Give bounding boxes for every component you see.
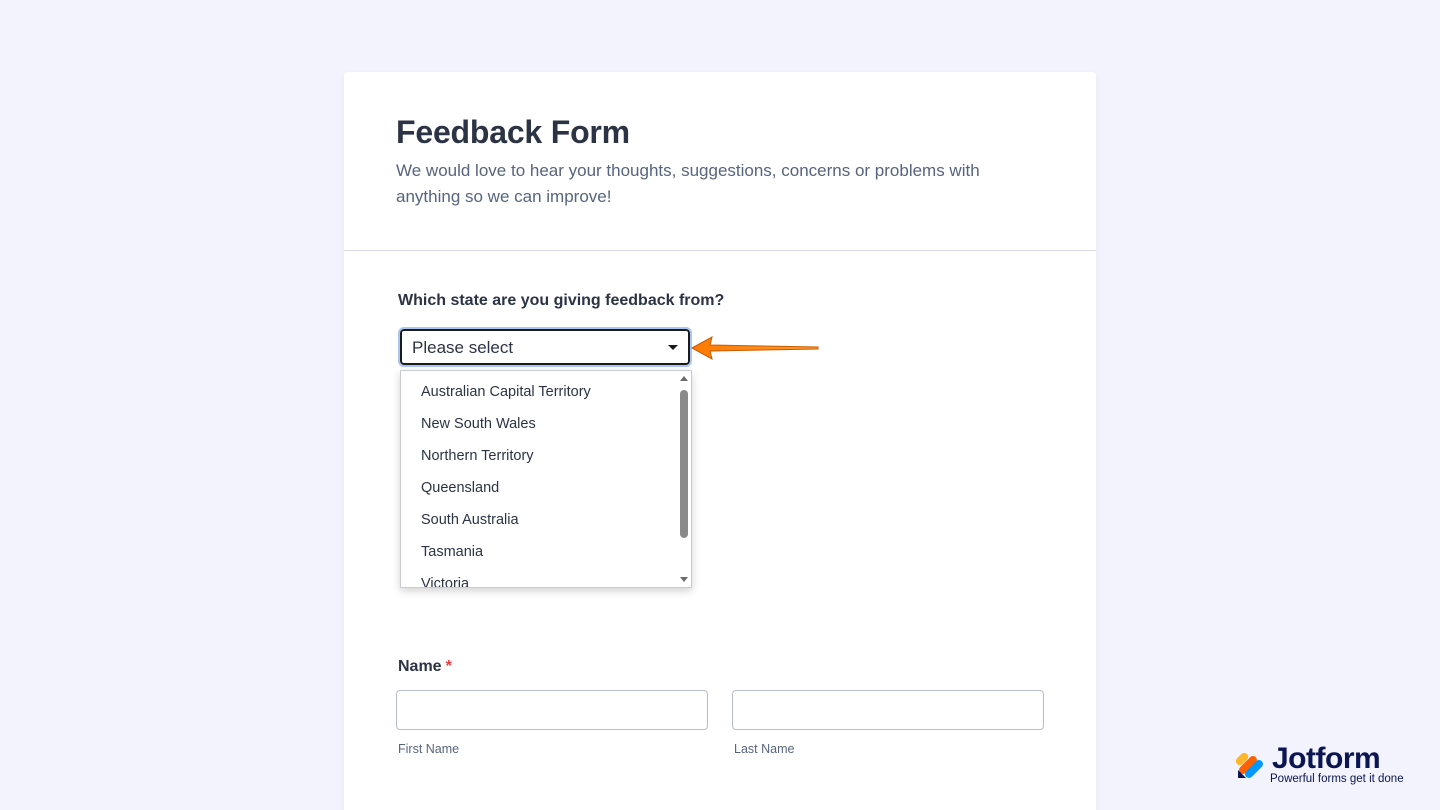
last-name-sublabel: Last Name [734, 742, 795, 756]
form-subtitle: We would love to hear your thoughts, sug… [396, 161, 980, 206]
dropdown-scrollbar[interactable] [677, 371, 691, 587]
required-marker: * [445, 658, 452, 675]
dropdown-option[interactable]: New South Wales [421, 416, 536, 432]
scrollbar-thumb[interactable] [680, 390, 688, 538]
scroll-up-icon[interactable] [680, 376, 688, 381]
state-select[interactable]: Please select [398, 327, 692, 367]
jotform-brand-link[interactable]: Jotform Powerful forms get it done [1234, 742, 1414, 790]
arrow-left-icon [690, 336, 819, 360]
dropdown-option[interactable]: Australian Capital Territory [421, 384, 591, 400]
first-name-sublabel: First Name [398, 742, 460, 756]
form-header: Feedback Form We would love to hear your… [344, 72, 1096, 251]
name-label-text: Name [398, 658, 442, 675]
dropdown-option[interactable]: Queensland [421, 480, 499, 496]
scroll-down-icon[interactable] [680, 577, 688, 582]
page: Feedback Form We would love to hear your… [0, 0, 1440, 810]
form-title: Feedback Form [396, 114, 630, 150]
dropdown-option[interactable]: Tasmania [421, 544, 483, 560]
dropdown-option[interactable]: South Australia [421, 512, 519, 528]
name-label: Name * [398, 658, 452, 676]
state-question-label: Which state are you giving feedback from… [398, 292, 725, 309]
jotform-logo-icon [1235, 752, 1263, 778]
state-select-value: Please select [412, 338, 514, 357]
state-dropdown-list[interactable]: Australian Capital Territory New South W… [400, 370, 692, 588]
caret-down-icon [668, 345, 678, 350]
form-card: Feedback Form We would love to hear your… [344, 72, 1096, 810]
brand-tagline: Powerful forms get it done [1270, 773, 1404, 785]
last-name-input[interactable] [732, 690, 1044, 730]
first-name-input[interactable] [396, 690, 708, 730]
dropdown-option[interactable]: Victoria [421, 576, 469, 587]
dropdown-option[interactable]: Northern Territory [421, 448, 534, 464]
brand-name: Jotform [1272, 742, 1381, 775]
